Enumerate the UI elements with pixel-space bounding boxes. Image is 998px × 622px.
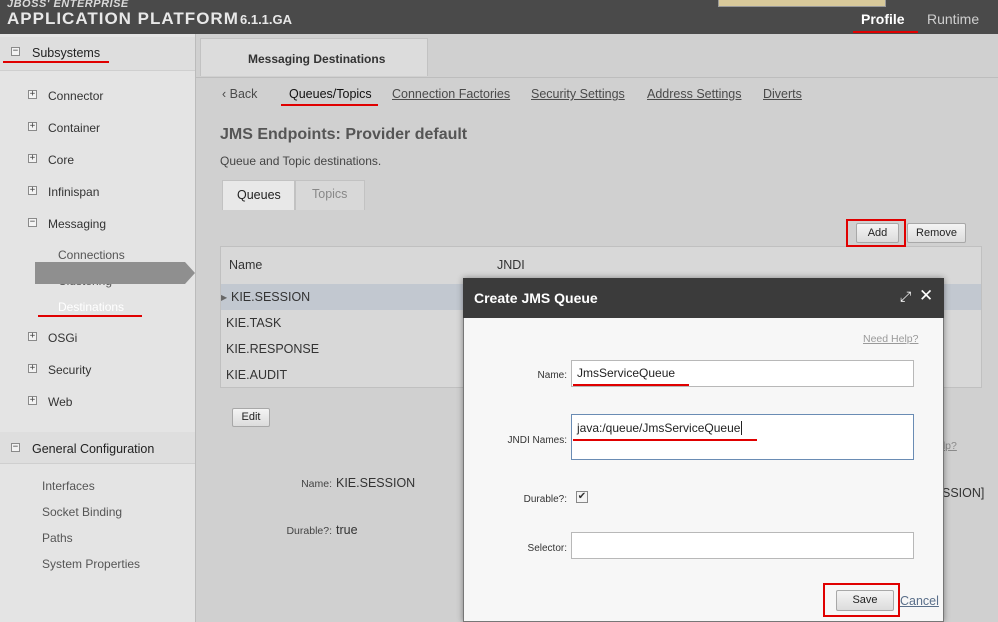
detail-name-value: KIE.SESSION — [336, 476, 416, 490]
text-cursor — [741, 421, 743, 435]
column-header-jndi[interactable]: JNDI — [497, 258, 525, 272]
expand-icon[interactable]: + — [28, 154, 37, 163]
sidebar-item-messaging[interactable]: Messaging — [48, 217, 106, 231]
tab-queues-topics[interactable]: Queues/Topics — [289, 87, 372, 101]
expand-icon[interactable]: + — [28, 90, 37, 99]
expand-icon[interactable]: + — [28, 186, 37, 195]
product-logo-name: APPLICATION PLATFORM — [7, 9, 239, 28]
annotation-underline — [573, 439, 757, 441]
remove-button[interactable]: Remove — [907, 223, 966, 243]
selector-field[interactable] — [571, 532, 914, 559]
maximize-icon[interactable]: ⤢ — [900, 288, 911, 305]
annotation-underline — [38, 315, 142, 317]
sidebar-item-paths[interactable]: Paths — [42, 531, 73, 545]
row-selected-arrow-icon: ▶ — [221, 293, 228, 302]
annotation-box — [823, 583, 900, 617]
chevron-left-icon: ‹ — [222, 87, 230, 101]
tab-topics-label: Topics — [312, 187, 348, 201]
annotation-underline — [281, 104, 378, 106]
sidebar-item-connector[interactable]: Connector — [48, 89, 103, 103]
page-tab-label: Messaging Destinations — [248, 52, 386, 66]
selected-arrow-icon — [185, 262, 195, 284]
top-user-area — [718, 0, 886, 7]
expand-icon[interactable]: + — [28, 332, 37, 341]
page-description: Queue and Topic destinations. — [220, 154, 382, 168]
collapse-icon[interactable]: − — [11, 443, 20, 452]
cancel-button[interactable]: Cancel — [900, 594, 939, 608]
annotation-underline — [3, 61, 109, 63]
table-row[interactable]: KIE.TASK — [226, 316, 281, 330]
sidebar-section-label: General Configuration — [32, 442, 155, 456]
product-version: 6.1.1.GA — [240, 12, 293, 27]
link-connection-factories[interactable]: Connection Factories — [392, 87, 510, 101]
sidebar-item-destinations[interactable]: Destinations — [58, 300, 124, 314]
collapse-icon[interactable]: − — [11, 47, 20, 56]
link-diverts[interactable]: Diverts — [763, 87, 802, 101]
link-security-settings[interactable]: Security Settings — [531, 87, 625, 101]
close-icon[interactable]: ✕ — [919, 286, 933, 306]
detail-jndi-value-behind: SSION] — [942, 486, 985, 500]
jndi-names-value: java:/queue/JmsServiceQueue — [577, 421, 741, 435]
collapse-icon[interactable]: − — [28, 218, 37, 227]
sidebar-item-container[interactable]: Container — [48, 121, 100, 135]
jndi-names-field[interactable]: java:/queue/JmsServiceQueue — [571, 414, 914, 460]
sidebar-item-selected-highlight — [35, 262, 185, 284]
sidebar-item-system-properties[interactable]: System Properties — [42, 557, 140, 571]
back-link[interactable]: ‹ Back — [222, 87, 257, 101]
sidebar-item-web[interactable]: Web — [48, 395, 72, 409]
sidebar-item-interfaces[interactable]: Interfaces — [42, 479, 95, 493]
detail-durable-value: true — [336, 523, 358, 537]
sidebar-item-socket-binding[interactable]: Socket Binding — [42, 505, 122, 519]
expand-icon[interactable]: + — [28, 364, 37, 373]
tab-runtime[interactable]: Runtime — [927, 11, 979, 27]
jndi-names-field-label: JNDI Names: — [507, 435, 567, 446]
name-field[interactable]: JmsServiceQueue — [571, 360, 914, 387]
table-row[interactable]: KIE.SESSION — [231, 290, 310, 304]
tab-queues-label: Queues — [237, 188, 281, 202]
edit-button[interactable]: Edit — [232, 408, 270, 427]
detail-durable-label: Durable?: — [286, 525, 332, 537]
selector-field-label: Selector: — [527, 543, 567, 554]
annotation-underline — [853, 31, 918, 33]
name-field-label: Name: — [537, 370, 567, 381]
durable-checkbox[interactable]: ✔ — [576, 491, 588, 503]
divider — [196, 77, 998, 78]
sidebar-item-connections[interactable]: Connections — [58, 248, 125, 262]
link-address-settings[interactable]: Address Settings — [647, 87, 742, 101]
need-help-link[interactable]: Need Help? — [863, 333, 918, 345]
back-label: Back — [229, 87, 258, 101]
table-row[interactable]: KIE.AUDIT — [226, 368, 287, 382]
dialog-title: Create JMS Queue — [474, 290, 598, 306]
expand-icon[interactable]: + — [28, 396, 37, 405]
tab-profile[interactable]: Profile — [861, 11, 905, 27]
durable-field-label: Durable?: — [523, 494, 567, 505]
detail-name-label: Name: — [301, 478, 332, 490]
annotation-underline — [573, 384, 689, 386]
table-row[interactable]: KIE.RESPONSE — [226, 342, 319, 356]
expand-icon[interactable]: + — [28, 122, 37, 131]
sidebar-section-label: Subsystems — [32, 46, 101, 60]
sidebar-item-core[interactable]: Core — [48, 153, 74, 167]
page-title: JMS Endpoints: Provider default — [220, 126, 468, 143]
sidebar-item-osgi[interactable]: OSGi — [48, 331, 77, 345]
annotation-box — [846, 219, 906, 247]
sidebar-item-infinispan[interactable]: Infinispan — [48, 185, 99, 199]
column-header-name[interactable]: Name — [229, 258, 262, 272]
sidebar-item-security[interactable]: Security — [48, 363, 91, 377]
